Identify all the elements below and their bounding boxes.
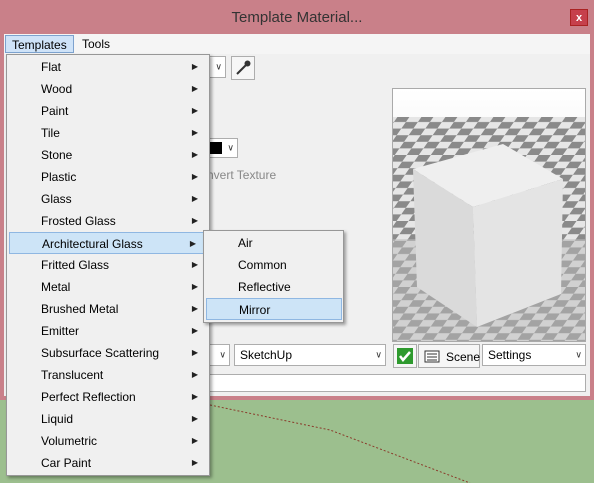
scene-icon <box>424 350 440 363</box>
menu-item[interactable]: Metal ▶ <box>8 276 208 298</box>
preview-render <box>393 89 585 341</box>
menu-item[interactable]: Subsurface Scattering ▶ <box>8 342 208 364</box>
menu-item-label: Glass <box>41 192 72 206</box>
menu-item-label: Emitter <box>41 324 80 338</box>
submenu-arrow-icon: ▶ <box>191 150 198 159</box>
menu-item-label: Frosted Glass <box>41 214 116 228</box>
chevron-down-icon: ∨ <box>575 349 582 360</box>
submenu-arrow-icon: ▶ <box>191 304 198 313</box>
menu-item[interactable]: Plastic ▶ <box>8 166 208 188</box>
menu-item[interactable]: Translucent ▶ <box>8 364 208 386</box>
submenu-arrow-icon: ▶ <box>191 84 198 93</box>
submenu-arrow-icon: ▶ <box>191 458 198 467</box>
menu-item[interactable]: Architectural Glass ▶ <box>9 232 207 254</box>
menu-item[interactable]: Paint ▶ <box>8 100 208 122</box>
submenu-arrow-icon: ▶ <box>191 62 198 71</box>
submenu-arrow-icon: ▶ <box>189 239 196 248</box>
submenu-arrow-icon: ▶ <box>191 414 198 423</box>
menu-item-label: Volumetric <box>41 434 98 448</box>
menu-item[interactable]: Fritted Glass ▶ <box>8 254 208 276</box>
settings-select[interactable]: Settings ∨ <box>482 344 586 366</box>
menu-item[interactable]: Car Paint ▶ <box>8 452 208 474</box>
menu-item[interactable]: Brushed Metal ▶ <box>8 298 208 320</box>
menu-item[interactable]: Flat ▶ <box>8 56 208 78</box>
eyedropper-button[interactable] <box>231 56 255 80</box>
menu-tools[interactable]: Tools <box>76 35 116 53</box>
submenu-item[interactable]: Common <box>205 254 342 276</box>
menu-item-label: Architectural Glass <box>42 237 143 251</box>
menu-item[interactable]: Wood ▶ <box>8 78 208 100</box>
renderer-select[interactable]: SketchUp ∨ <box>234 344 386 366</box>
menu-item-label: Wood <box>41 82 73 96</box>
menu-bar: Templates Tools <box>4 34 590 54</box>
menu-item-label: Flat <box>41 60 62 74</box>
menu-item[interactable]: Tile ▶ <box>8 122 208 144</box>
menu-item-label: Tile <box>41 126 60 140</box>
menu-item-label: Fritted Glass <box>41 258 110 272</box>
close-button[interactable]: x <box>570 9 588 26</box>
chevron-down-icon: ∨ <box>215 61 222 72</box>
submenu-arrow-icon: ▶ <box>191 326 198 335</box>
menu-item[interactable]: Liquid ▶ <box>8 408 208 430</box>
menu-item-label: Stone <box>41 148 73 162</box>
menu-item-label: Subsurface Scattering <box>41 346 160 360</box>
menu-item[interactable]: Stone ▶ <box>8 144 208 166</box>
menu-item[interactable]: Frosted Glass ▶ <box>8 210 208 232</box>
submenu-arrow-icon: ▶ <box>191 436 198 445</box>
menu-item-label: Liquid <box>41 412 74 426</box>
submenu-arrow-icon: ▶ <box>191 194 198 203</box>
submenu-arrow-icon: ▶ <box>191 392 198 401</box>
chevron-down-icon: ∨ <box>219 349 226 360</box>
submenu-item[interactable]: Mirror <box>206 298 342 320</box>
menu-item[interactable]: Emitter ▶ <box>8 320 208 342</box>
submenu-item[interactable]: Reflective <box>205 276 342 298</box>
menu-item[interactable]: Glass ▶ <box>8 188 208 210</box>
chevron-down-icon: ∨ <box>227 142 234 153</box>
menu-item-label: Paint <box>41 104 69 118</box>
submenu-arrow-icon: ▶ <box>191 370 198 379</box>
menu-item[interactable]: Perfect Reflection ▶ <box>8 386 208 408</box>
submenu-item[interactable]: Air <box>205 232 342 254</box>
preset-dropdown[interactable]: ∨ <box>208 344 230 366</box>
eyedropper-icon <box>236 60 251 75</box>
invert-texture-label[interactable]: nvert Texture <box>207 168 276 182</box>
submenu-arrow-icon: ▶ <box>191 216 198 225</box>
material-preview <box>392 88 586 342</box>
menu-item-label: Car Paint <box>41 456 92 470</box>
scene-button[interactable]: Scene <box>418 344 480 368</box>
templates-dropdown-menu: Flat ▶ Wood ▶ Paint ▶ Tile ▶ Stone ▶ Plastic ▶ Glass… <box>6 54 210 476</box>
menu-templates[interactable]: Templates <box>5 35 74 53</box>
submenu-arrow-icon: ▶ <box>191 260 198 269</box>
scene-button-label: Scene <box>446 350 481 364</box>
submenu-arrow-icon: ▶ <box>191 128 198 137</box>
title-bar[interactable]: Template Material... x <box>0 0 594 34</box>
renderer-select-value: SketchUp <box>240 348 293 362</box>
menu-item-label: Metal <box>41 280 71 294</box>
settings-select-value: Settings <box>488 348 532 362</box>
window-title: Template Material... <box>231 9 363 26</box>
menu-item-label: Perfect Reflection <box>41 390 136 404</box>
menu-item[interactable]: Volumetric ▶ <box>8 430 208 452</box>
chevron-down-icon: ∨ <box>375 349 382 360</box>
menu-item-label: Plastic <box>41 170 77 184</box>
menu-item-label: Translucent <box>41 368 104 382</box>
submenu-arrow-icon: ▶ <box>191 106 198 115</box>
menu-item-label: Brushed Metal <box>41 302 119 316</box>
submenu-arrow-icon: ▶ <box>191 172 198 181</box>
architectural-glass-submenu: Air Common Reflective Mirror <box>203 230 344 323</box>
status-field <box>208 374 586 392</box>
submenu-arrow-icon: ▶ <box>191 282 198 291</box>
apply-button[interactable] <box>393 344 417 368</box>
checkmark-icon <box>397 348 413 364</box>
submenu-arrow-icon: ▶ <box>191 348 198 357</box>
